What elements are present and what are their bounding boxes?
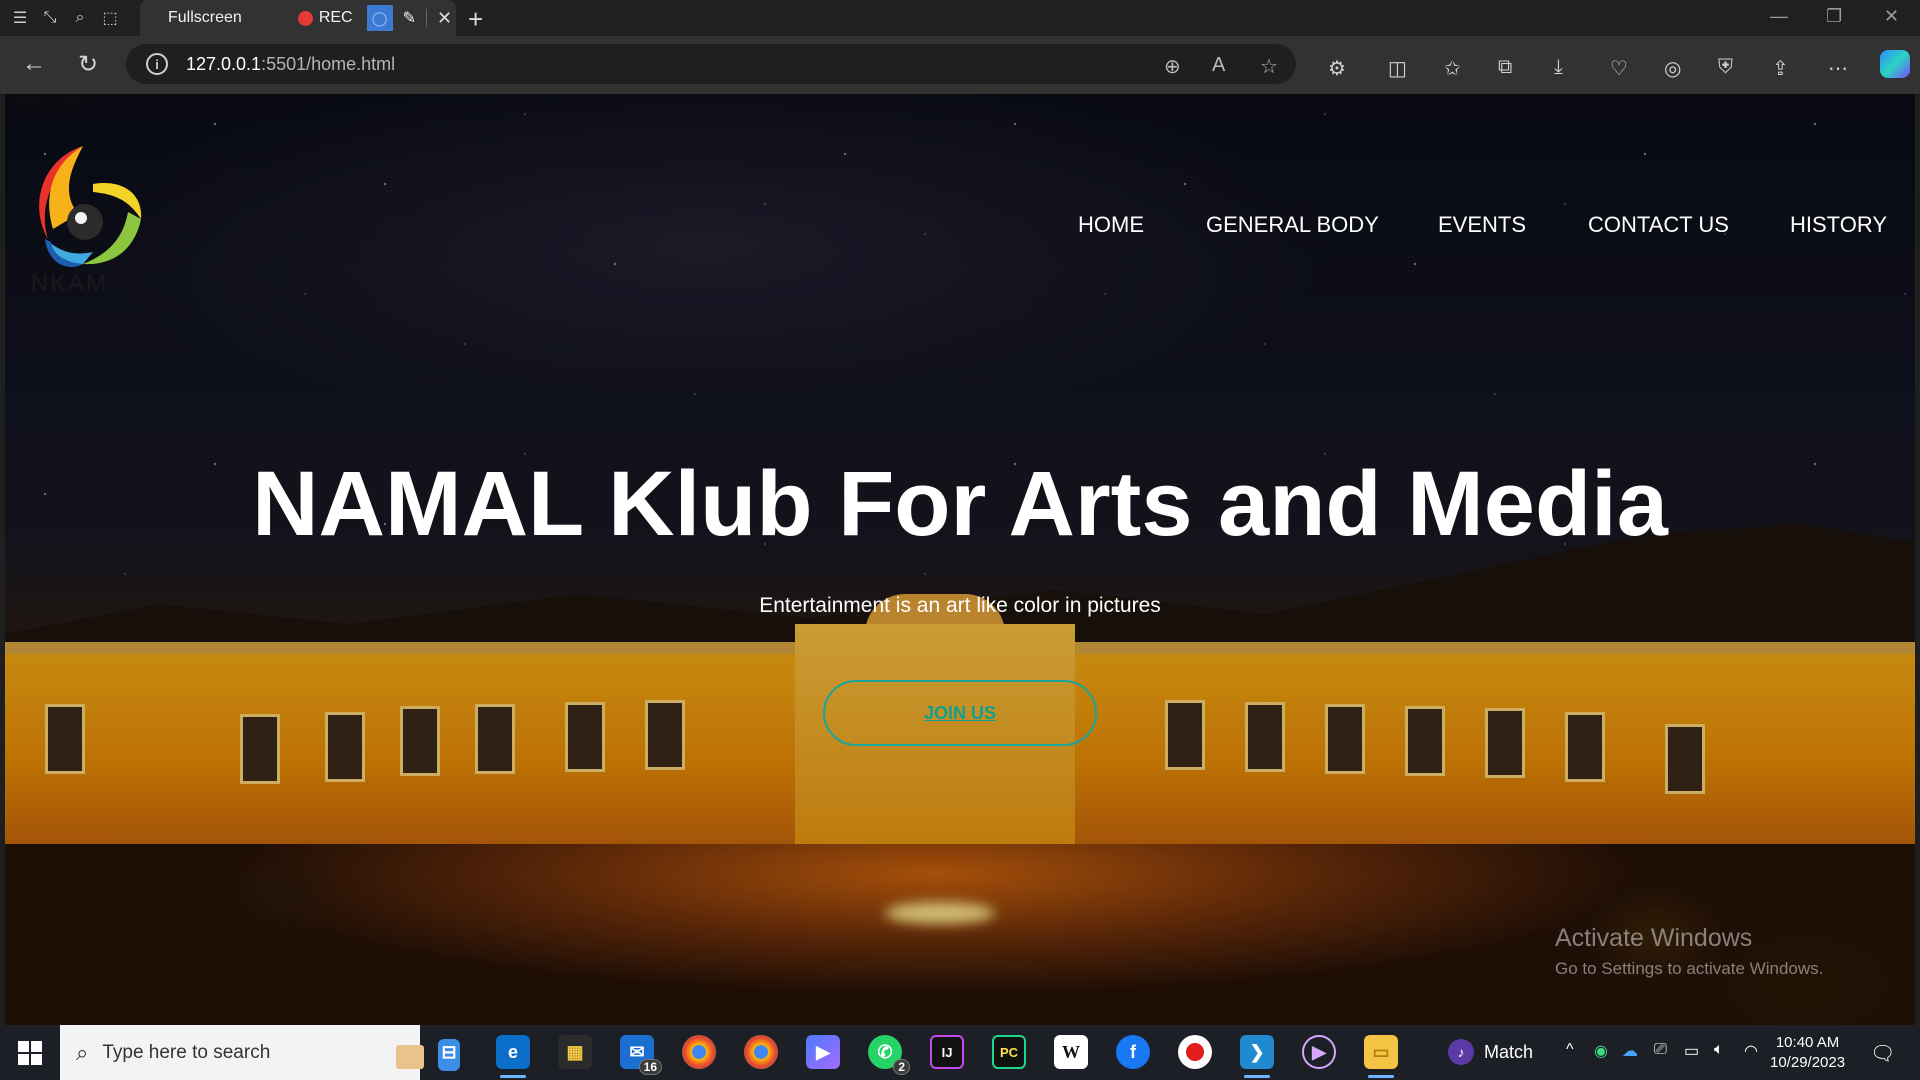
favorites-icon[interactable]: ✩ xyxy=(1444,56,1461,81)
task-view-icon[interactable]: ⊟ xyxy=(432,1035,466,1069)
record-dot-icon xyxy=(297,10,313,26)
mail-icon[interactable]: ✉ 16 xyxy=(620,1035,662,1075)
url-host: 127.0.0.1 xyxy=(186,53,262,74)
battery-icon[interactable]: ▭ xyxy=(1684,1041,1699,1061)
back-icon[interactable]: ← xyxy=(22,50,46,78)
activate-windows-title: Activate Windows xyxy=(1555,924,1753,952)
divider xyxy=(426,9,427,27)
minimize-icon[interactable]: — xyxy=(1770,6,1788,27)
active-tab[interactable]: Fullscreen REC ◯ ✎ ✕ xyxy=(140,0,456,36)
recorder-icon[interactable] xyxy=(1178,1035,1212,1069)
start-button[interactable] xyxy=(18,1041,42,1065)
url-field[interactable]: i 127.0.0.1:5501/home.html ⊕ A ☆ xyxy=(126,44,1296,84)
nav-home-label: HOME xyxy=(1078,212,1144,237)
nav-general-body-label: GENERAL BODY xyxy=(1206,212,1379,237)
nav-contact-us[interactable]: CONTACT US xyxy=(1588,212,1729,238)
whatsapp-badge: 2 xyxy=(893,1059,910,1075)
windows-taskbar: ⌕ Type here to search ⊟ e ▦ ✉ 16 ▶ ✆ 2 IJ … xyxy=(0,1025,1920,1080)
pycharm-icon[interactable]: PC xyxy=(992,1035,1026,1069)
more-icon[interactable]: ⋯ xyxy=(1828,56,1848,81)
search-icon: ⌕ xyxy=(76,1039,89,1065)
screenshot-icon[interactable]: ⬚ xyxy=(100,8,120,28)
activate-windows-hint: Go to Settings to activate Windows. xyxy=(1555,959,1824,978)
favorite-star-icon[interactable]: ☆ xyxy=(1260,54,1278,79)
tab-title: Fullscreen xyxy=(168,9,242,26)
facebook-icon[interactable]: f xyxy=(1116,1035,1150,1069)
close-window-icon[interactable]: ✕ xyxy=(1884,6,1899,27)
clock-time: 10:40 AM xyxy=(1775,1034,1840,1051)
copilot-icon[interactable] xyxy=(1880,50,1910,78)
search-placeholder: Type here to search xyxy=(102,1041,271,1063)
downloads-icon[interactable]: ⤓ xyxy=(1554,56,1563,79)
extensions-icon[interactable]: ⚙ xyxy=(1328,56,1346,81)
join-us-button[interactable]: JOIN US xyxy=(823,680,1097,746)
tab-tooltip: index.html xyxy=(11,94,84,109)
close-tab-icon[interactable]: ✕ xyxy=(437,8,452,29)
clock[interactable]: 10:40 AM 10/29/2023 xyxy=(1770,1033,1845,1073)
nav-contact-us-label: CONTACT US xyxy=(1588,212,1729,237)
new-tab-icon[interactable]: + xyxy=(468,4,483,35)
share-icon[interactable]: ⇪ xyxy=(1772,56,1789,81)
browser-essentials-icon[interactable]: ⛨ xyxy=(1718,56,1733,79)
match-widget[interactable]: ♪ Match xyxy=(1448,1039,1533,1065)
rec-label: REC xyxy=(318,9,353,26)
meet-now-icon[interactable]: ⎚ xyxy=(1654,1041,1667,1059)
match-label: Match xyxy=(1484,1041,1534,1062)
nav-history-label: HISTORY xyxy=(1790,212,1887,237)
wikipedia-icon[interactable]: W xyxy=(1054,1035,1088,1069)
whatsapp-icon[interactable]: ✆ 2 xyxy=(868,1035,910,1075)
chrome-profile-icon[interactable] xyxy=(744,1035,778,1069)
media-player-icon[interactable]: ▶ xyxy=(1302,1035,1336,1069)
hero-subtitle: Entertainment is an art like color in pi… xyxy=(759,594,1161,617)
zoom-icon[interactable]: ⊕ xyxy=(1164,54,1181,79)
wifi-icon[interactable]: ◠ xyxy=(1744,1041,1758,1061)
restore-icon[interactable]: ❐ xyxy=(1826,6,1842,27)
address-bar: ← ↻ i 127.0.0.1:5501/home.html ⊕ A ☆ ⚙ ◫… xyxy=(0,36,1920,94)
status-dot-icon[interactable]: ◉ xyxy=(1594,1041,1608,1061)
page-viewport: index.html NKAM HOME GENERAL BODY EVENTS… xyxy=(5,94,1915,1025)
url-path: :5501/home.html xyxy=(261,53,396,74)
browser-tab-bar: ☰ ⤡ ⌕ ⬚ Fullscreen REC ◯ ✎ ✕ + — ❐ ✕ xyxy=(0,0,1920,36)
store-icon[interactable]: ▦ xyxy=(558,1035,592,1069)
read-aloud-icon[interactable]: A xyxy=(1212,54,1225,77)
edge-bar-icon[interactable]: ◎ xyxy=(1664,56,1681,81)
split-screen-icon[interactable]: ◫ xyxy=(1388,56,1407,81)
chrome-icon[interactable] xyxy=(682,1035,716,1069)
nav-history[interactable]: HISTORY xyxy=(1790,212,1887,238)
taskbar-search[interactable]: ⌕ Type here to search xyxy=(60,1025,460,1080)
menu-icon[interactable]: ☰ xyxy=(10,8,30,28)
notifications-icon[interactable]: 🗨︎ xyxy=(1870,1041,1895,1066)
show-hidden-icons-icon[interactable]: ^ xyxy=(1566,1041,1574,1059)
collections-icon[interactable]: ⧉ xyxy=(1498,56,1512,79)
mail-badge: 16 xyxy=(638,1059,662,1075)
copilot-app-icon[interactable]: ▶ xyxy=(806,1035,840,1069)
hero-title: NAMAL Klub For Arts and Media xyxy=(252,453,1668,555)
refresh-icon[interactable]: ↻ xyxy=(78,50,98,79)
volume-icon[interactable]: 🔈︎ xyxy=(1714,1041,1724,1059)
onedrive-icon[interactable]: ☁ xyxy=(1622,1041,1638,1061)
nav-events[interactable]: EVENTS xyxy=(1438,212,1526,238)
edge-icon[interactable]: e xyxy=(496,1035,530,1078)
nav-general-body[interactable]: GENERAL BODY xyxy=(1206,212,1379,238)
pen-icon[interactable]: ✎ xyxy=(403,8,416,28)
performance-icon[interactable]: ♡ xyxy=(1610,56,1628,81)
find-icon[interactable]: ⌕ xyxy=(70,8,90,28)
collapse-icon[interactable]: ⤡ xyxy=(40,8,60,28)
clock-date: 10/29/2023 xyxy=(1770,1054,1846,1071)
stop-record-icon[interactable]: ◯ xyxy=(366,5,393,31)
intellij-icon[interactable]: IJ xyxy=(930,1035,964,1069)
nav-home[interactable]: HOME xyxy=(1078,212,1144,238)
logo-text: NKAM xyxy=(31,270,109,297)
file-explorer-icon[interactable]: ▭ xyxy=(1364,1035,1398,1078)
vscode-icon[interactable]: ❯ xyxy=(1240,1035,1274,1078)
nav-events-label: EVENTS xyxy=(1438,212,1527,237)
site-info-icon[interactable]: i xyxy=(146,53,168,75)
microphone-icon: ♪ xyxy=(1448,1039,1474,1065)
